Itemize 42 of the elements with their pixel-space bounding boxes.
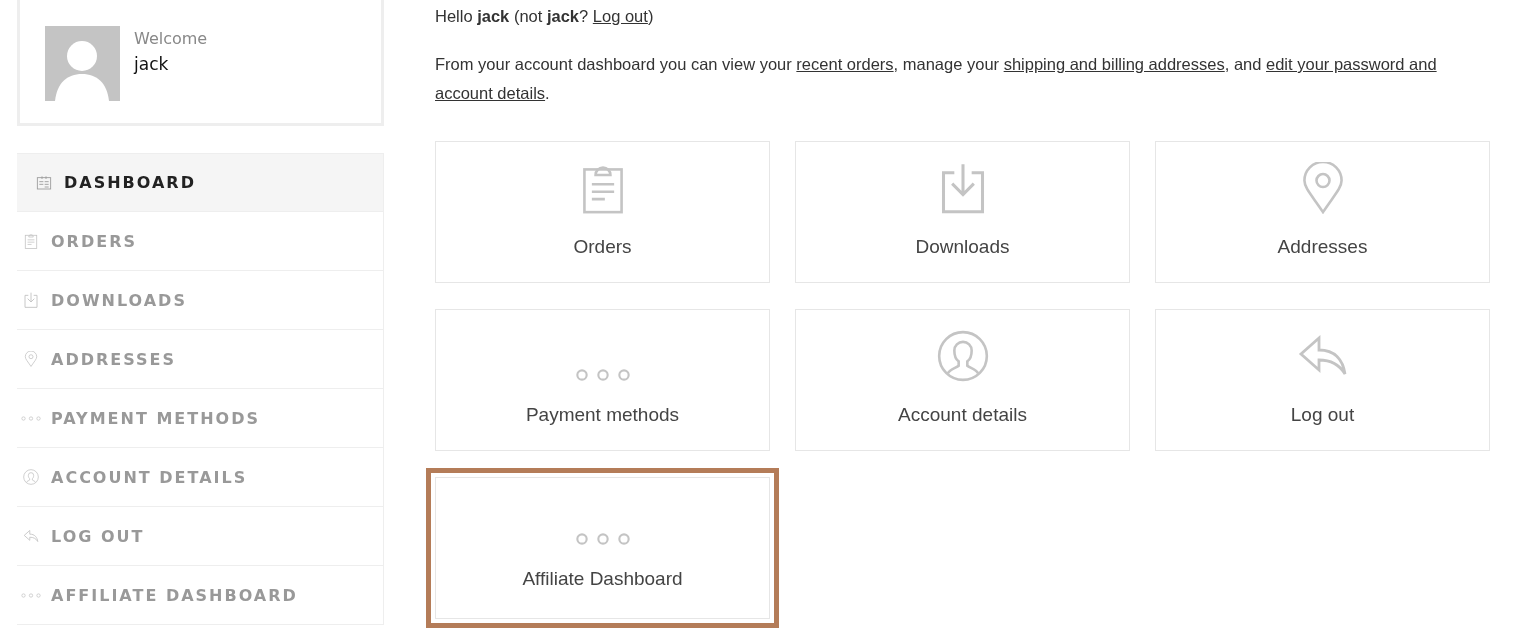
- dashboard-tile[interactable]: Orders: [435, 141, 770, 283]
- dashboard-tile[interactable]: Downloads: [795, 141, 1130, 283]
- dashboard-tile[interactable]: Affiliate Dashboard: [426, 468, 779, 628]
- tile-label: Addresses: [1277, 236, 1368, 258]
- text-link[interactable]: recent orders: [796, 55, 894, 73]
- sidebar-item-label: LOG OUT: [51, 526, 145, 546]
- tile-label: Orders: [573, 236, 632, 258]
- sidebar-item-label: PAYMENT METHODS: [51, 408, 260, 428]
- dashboard-tile[interactable]: Payment methods: [435, 309, 770, 451]
- dots-icon: [21, 592, 41, 598]
- dots-icon: [21, 415, 41, 421]
- tile-label: Log out: [1290, 404, 1355, 426]
- intro-text: From your account dashboard you can view your recent orders, manage your shipping and billing addresses, and edit your password and account details.: [435, 54, 1438, 104]
- sidebar-item-label: ORDERS: [51, 231, 137, 251]
- sidebar-item-label: DOWNLOADS: [51, 290, 187, 310]
- sidebar-item[interactable]: DASHBOARD: [17, 153, 383, 212]
- user-circle-icon: [23, 469, 39, 485]
- sidebar-item-label: ACCOUNT DETAILS: [51, 467, 248, 487]
- reply-arrow-icon: [23, 528, 39, 544]
- clipboard-icon: [23, 233, 39, 249]
- tile-label: Payment methods: [525, 404, 680, 426]
- welcome-label: Welcome: [134, 29, 208, 48]
- sidebar-item-label: AFFILIATE DASHBOARD: [51, 585, 298, 605]
- dashboard-tile[interactable]: Account details: [795, 309, 1130, 451]
- dashboard-tile[interactable]: Addresses: [1155, 141, 1490, 283]
- tile-label: Account details: [898, 404, 1027, 426]
- text-link[interactable]: Log out: [592, 7, 648, 25]
- download-icon: [23, 292, 39, 308]
- map-pin-icon: [23, 351, 39, 367]
- sidebar-item-label: DASHBOARD: [64, 173, 196, 192]
- text-link[interactable]: edit your password and: [1266, 55, 1437, 73]
- dashboard-tile[interactable]: Log out: [1155, 309, 1490, 451]
- user-circle-icon: [936, 330, 989, 382]
- sidebar-item-label: ADDRESSES: [51, 349, 176, 369]
- dots-icon: [574, 368, 631, 382]
- intro-text: Hello jack (not jack? Log out): [435, 6, 655, 27]
- username: jack: [134, 54, 170, 74]
- tile-label: Affiliate Dashboard: [522, 568, 683, 590]
- id-card-icon: [36, 174, 52, 191]
- text-link[interactable]: shipping and billing addresses: [1003, 55, 1225, 73]
- tile-label: Downloads: [915, 236, 1010, 258]
- dots-icon: [574, 532, 631, 546]
